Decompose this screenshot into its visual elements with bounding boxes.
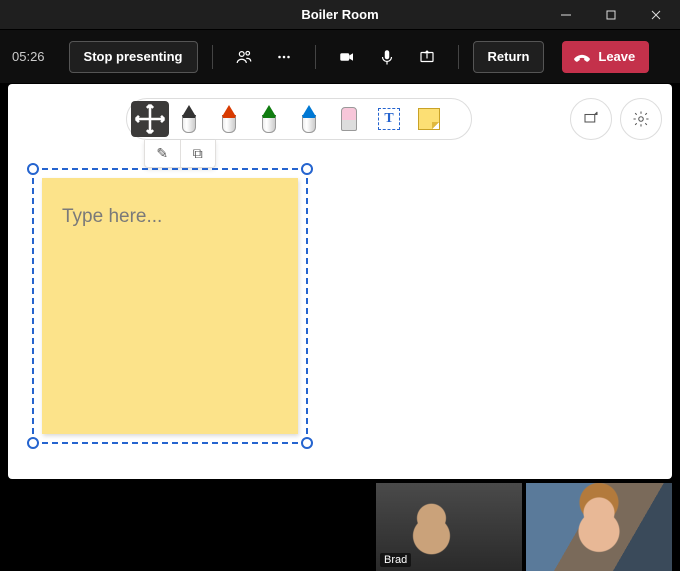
settings-button[interactable] [620,98,662,140]
note-placeholder: Type here... [62,206,278,228]
text-tool[interactable]: T [369,100,409,138]
selection-box[interactable]: Type here... [32,168,308,444]
more-icon[interactable] [267,40,301,74]
camera-icon[interactable] [330,40,364,74]
whiteboard-canvas[interactable]: T ✎ ⧉ Type here... [8,84,672,479]
maximize-button[interactable] [588,0,633,30]
divider [212,45,213,69]
sub-copy-icon[interactable]: ⧉ [180,140,216,167]
leave-label: Leave [598,49,635,64]
divider [458,45,459,69]
present-mode-button[interactable] [570,98,612,140]
participant-strip: Brad [0,479,680,571]
leave-button[interactable]: Leave [562,41,649,73]
sub-pen-icon[interactable]: ✎ [145,140,180,167]
move-tool[interactable] [131,101,169,137]
pen-red[interactable] [209,100,249,138]
hangup-icon [572,47,592,67]
resize-handle-bl[interactable] [27,437,39,449]
stop-presenting-button[interactable]: Stop presenting [69,41,198,73]
resize-handle-br[interactable] [301,437,313,449]
window-controls [543,0,678,30]
people-icon[interactable] [227,40,261,74]
participant-tile[interactable]: Brad [376,483,522,571]
sticky-note-tool[interactable] [409,100,449,138]
resize-handle-tl[interactable] [27,163,39,175]
minimize-button[interactable] [543,0,588,30]
sticky-note[interactable]: Type here... [42,178,298,434]
video-feed [526,483,672,571]
call-toolbar: 05:26 Stop presenting Return Leave [0,30,680,84]
whiteboard-toolbar: T [126,98,472,140]
call-timer: 05:26 [12,49,45,64]
return-button[interactable]: Return [473,41,545,73]
resize-handle-tr[interactable] [301,163,313,175]
tool-subbar: ✎ ⧉ [144,140,216,168]
pen-black[interactable] [169,100,209,138]
participant-tile[interactable] [526,483,672,571]
gear-icon [632,110,650,128]
pen-blue[interactable] [289,100,329,138]
participant-name: Brad [380,553,411,567]
titlebar: Boiler Room [0,0,680,30]
share-icon[interactable] [410,40,444,74]
divider [315,45,316,69]
close-button[interactable] [633,0,678,30]
pen-green[interactable] [249,100,289,138]
mic-icon[interactable] [370,40,404,74]
eraser-tool[interactable] [329,100,369,138]
